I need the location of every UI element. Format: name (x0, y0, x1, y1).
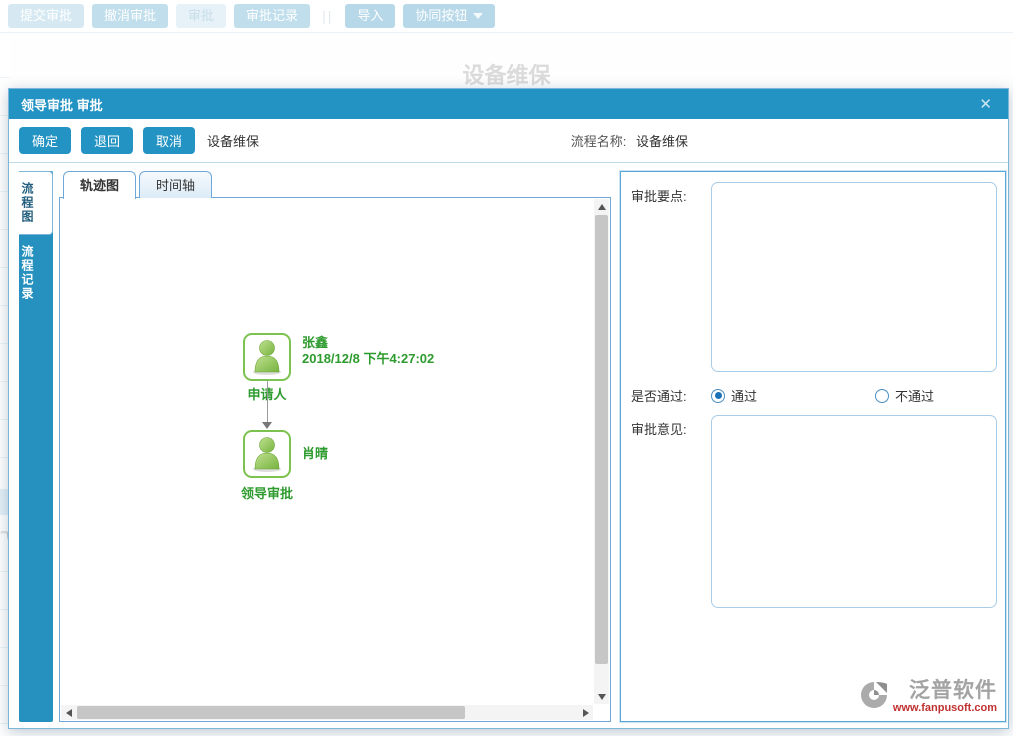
scroll-down-icon[interactable] (594, 689, 609, 704)
close-icon[interactable]: ✕ (975, 95, 996, 113)
radio-pass-label: 通过 (731, 386, 757, 405)
points-textarea[interactable] (711, 182, 997, 372)
radio-fail-icon[interactable] (875, 389, 889, 403)
vertical-scrollbar[interactable] (594, 199, 609, 704)
flow-arrowhead-icon (262, 422, 272, 429)
pass-label: 是否通过: (631, 386, 711, 405)
node-approver-role: 领导审批 (225, 483, 309, 502)
person-icon (247, 434, 287, 474)
node-applicant-time: 2018/12/8 下午4:27:02 (302, 351, 434, 367)
return-button[interactable]: 退回 (81, 127, 133, 154)
node-applicant-name: 张鑫 (302, 335, 434, 351)
approval-dialog: 领导审批 审批 ✕ 确定 退回 取消 设备维保 流程名称: 设备维保 流程图 流… (8, 88, 1009, 729)
screen: 提交审批 撤消审批 审批 审批记录 || 导入 协同按钮 设备维保 飞 领导审批… (0, 0, 1013, 736)
flow-node-approver[interactable] (243, 430, 291, 478)
dialog-title: 领导审批 审批 (21, 95, 975, 114)
fanpu-logo-icon (859, 680, 889, 710)
radio-pass[interactable]: 通过 (711, 386, 757, 405)
cancel-button[interactable]: 取消 (143, 127, 195, 154)
horizontal-scrollbar[interactable] (61, 705, 593, 720)
opinion-label: 审批意见: (631, 415, 711, 608)
flow-panel: 轨迹图 时间轴 (59, 171, 611, 722)
side-tab-flow-records[interactable]: 流程记录 (19, 235, 53, 311)
side-tab-strip: 流程图 流程记录 (19, 171, 53, 722)
radio-pass-icon[interactable] (711, 389, 725, 403)
watermark-url: www.fanpusoft.com (893, 702, 997, 715)
points-row: 审批要点: (631, 182, 997, 372)
horizontal-scrollbar-thumb[interactable] (77, 706, 465, 719)
scroll-left-icon[interactable] (61, 705, 76, 720)
confirm-button[interactable]: 确定 (19, 127, 71, 154)
dialog-toolbar: 确定 退回 取消 设备维保 流程名称: 设备维保 (9, 119, 1008, 163)
flow-name-value: 设备维保 (636, 134, 688, 149)
opinion-textarea[interactable] (711, 415, 997, 608)
scroll-right-icon[interactable] (578, 705, 593, 720)
vertical-scrollbar-thumb[interactable] (595, 215, 608, 664)
side-tab-flow-diagram[interactable]: 流程图 (19, 171, 53, 235)
flow-canvas: 张鑫 2018/12/8 下午4:27:02 申请人 (59, 197, 611, 722)
person-icon (247, 337, 287, 377)
tab-track-diagram[interactable]: 轨迹图 (63, 171, 136, 199)
dialog-titlebar[interactable]: 领导审批 审批 ✕ (9, 89, 1008, 119)
radio-fail-label: 不通过 (895, 386, 934, 405)
scroll-up-icon[interactable] (594, 199, 609, 214)
points-label: 审批要点: (631, 182, 711, 372)
radio-fail[interactable]: 不通过 (875, 386, 934, 405)
opinion-row: 审批意见: (631, 415, 997, 608)
flow-name-label: 流程名称: (571, 134, 627, 149)
tab-timeline[interactable]: 时间轴 (139, 171, 212, 198)
node-applicant-label: 张鑫 2018/12/8 下午4:27:02 (302, 335, 434, 367)
pass-row: 是否通过: 通过 不通过 (631, 386, 997, 405)
flow-connector-line (267, 381, 268, 423)
node-approver-name: 肖晴 (302, 446, 328, 462)
flow-node-applicant[interactable] (243, 333, 291, 381)
flow-name: 流程名称: 设备维保 (571, 131, 688, 150)
flow-tab-bar: 轨迹图 时间轴 (59, 171, 611, 198)
watermark: 泛普软件 www.fanpusoft.com (859, 680, 997, 715)
dialog-subject: 设备维保 (207, 131, 259, 150)
approval-form-panel: 审批要点: 是否通过: 通过 不通过 审批意见: (620, 171, 1006, 722)
watermark-brand: 泛普软件 (909, 680, 997, 702)
dialog-body: 流程图 流程记录 轨迹图 时间轴 (9, 163, 1008, 728)
